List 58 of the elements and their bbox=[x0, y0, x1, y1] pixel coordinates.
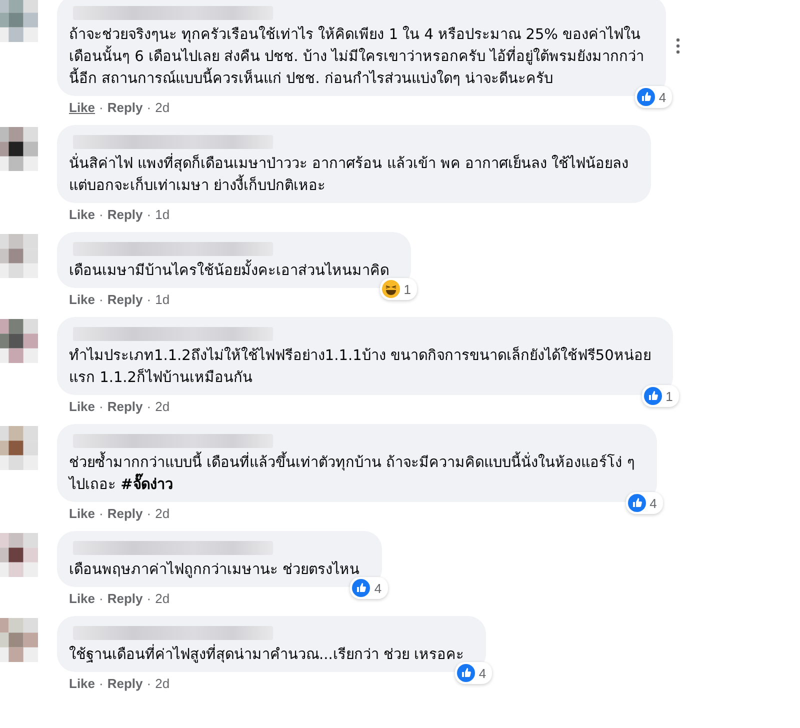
comment-text: ถ้าจะช่วยจริงๆนะ ทุกครัวเรือนใช้เท่าไร ให้คิดเพียง 1 ใน 4 หรือประมาณ 25% ของค่าไฟใน เดือนนั้นๆ 6 เดือนไปเลย ส่งคืน ปชช. บ้าง ไม่มีใครเขาว่าหรอกครับ ไอ้ที่อยู่ใต้พรมยังมากกว่า นี้อีก สถานการณ์แบบนี้ควรเห็นแก่ ปชช. ก่อนกำไรส่วนแบ่งใดๆ น่าจะดีนะครับ bbox=[69, 24, 646, 89]
separator-dot: · bbox=[99, 292, 104, 307]
separator-dot: · bbox=[99, 591, 104, 606]
reply-link[interactable]: Reply bbox=[107, 591, 143, 606]
separator-dot: · bbox=[146, 591, 152, 606]
thumbs-up-icon bbox=[644, 387, 662, 405]
separator-dot: · bbox=[99, 100, 104, 115]
thumbs-up-icon bbox=[636, 88, 655, 106]
like-link[interactable]: Like bbox=[69, 591, 96, 606]
reaction-badge[interactable]: 1 bbox=[642, 385, 679, 407]
like-link[interactable]: Like bbox=[69, 399, 96, 414]
like-link[interactable]: Like bbox=[69, 207, 96, 222]
like-link[interactable]: Like bbox=[69, 506, 96, 521]
comment-time: 1d bbox=[155, 207, 170, 222]
reaction-badge[interactable]: 4 bbox=[634, 86, 672, 108]
like-link[interactable]: Like bbox=[69, 292, 96, 307]
comment-time: 2d bbox=[155, 591, 170, 606]
like-link[interactable]: Like bbox=[69, 100, 96, 115]
reaction-badge[interactable]: 4 bbox=[350, 577, 388, 599]
reaction-count: 4 bbox=[658, 90, 666, 104]
reaction-count: 4 bbox=[650, 496, 657, 510]
separator-dot: · bbox=[146, 676, 152, 691]
reaction-count: 1 bbox=[666, 388, 673, 404]
reply-link[interactable]: Reply bbox=[107, 676, 143, 691]
comment-time: 2d bbox=[155, 676, 170, 691]
comment-text: ทำไมประเภท1.1.2ถึงไม่ให้ใช้ไฟฟรีอย่าง1.1.1บ้าง ขนาดกิจการขนาดเล็กยังได้ใช้ฟรี50หน่อย แรก 1.1.2ก็ไฟบ้านเหมือนกัน bbox=[69, 345, 652, 388]
separator-dot: · bbox=[146, 207, 152, 222]
separator-dot: · bbox=[99, 676, 104, 691]
reaction-count: 4 bbox=[374, 580, 382, 596]
comment-text: เดือนพฤษภาค่าไฟถูกกว่าเมษานะ ช่วยตรงไหน bbox=[69, 560, 361, 580]
reply-link[interactable]: Reply bbox=[107, 292, 143, 307]
reply-link[interactable]: Reply bbox=[107, 100, 143, 115]
reaction-count: 1 bbox=[404, 282, 411, 296]
reply-link[interactable]: Reply bbox=[107, 207, 143, 222]
separator-dot: · bbox=[146, 100, 152, 115]
comment-time: 2d bbox=[155, 100, 170, 115]
reply-link[interactable]: Reply bbox=[107, 506, 143, 521]
reaction-badge[interactable]: 4 bbox=[626, 492, 663, 514]
comment-text: นั่นสิค่าไฟ แพงที่สุดก็เดือนเมษาป่าววะ อากาศร้อน แล้วเข้า พค อากาศเย็นลง ใช้ไฟน้อยลง แต่บอกจะเก็บเท่าเมษา ย่างงี้เก็บปกติเหอะ bbox=[69, 153, 639, 197]
reply-link[interactable]: Reply bbox=[107, 399, 143, 414]
separator-dot: · bbox=[99, 207, 104, 222]
comment-time: 1d bbox=[155, 292, 170, 307]
comment-time: 2d bbox=[155, 399, 170, 414]
more-options-button[interactable] bbox=[676, 38, 680, 54]
comment-time: 2d bbox=[155, 506, 170, 521]
separator-dot: · bbox=[146, 292, 152, 307]
separator-dot: · bbox=[146, 506, 152, 521]
separator-dot: · bbox=[99, 399, 104, 414]
thumbs-up-icon bbox=[456, 664, 475, 682]
thumbs-up-icon bbox=[352, 579, 370, 597]
reaction-count: 4 bbox=[478, 666, 486, 680]
thumbs-up-icon bbox=[628, 494, 646, 512]
laughing-face-icon bbox=[382, 280, 400, 298]
reaction-badge[interactable]: 4 bbox=[454, 662, 492, 684]
separator-dot: · bbox=[99, 506, 104, 521]
separator-dot: · bbox=[146, 399, 152, 414]
reaction-badge[interactable]: 1 bbox=[380, 278, 417, 300]
like-link[interactable]: Like bbox=[69, 676, 96, 691]
